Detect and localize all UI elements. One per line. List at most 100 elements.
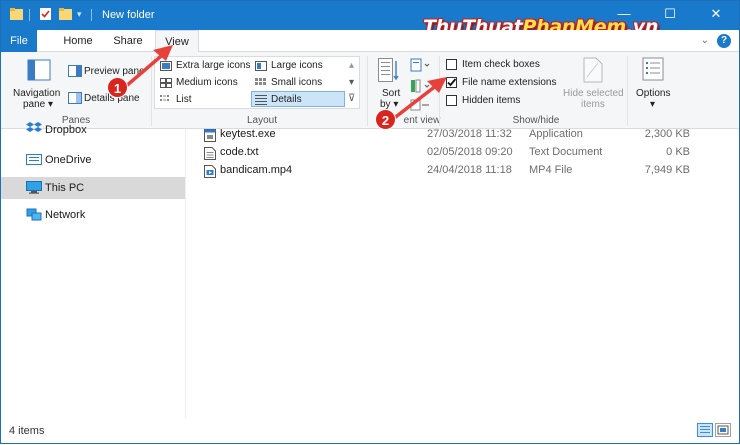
tab-home[interactable]: Home xyxy=(53,30,103,52)
status-bar: 4 items xyxy=(1,419,739,443)
layout-small-icons[interactable]: Small icons xyxy=(271,77,322,88)
file-row[interactable]: code.txt 02/05/2018 09:20 Text Document … xyxy=(187,146,739,164)
file-name: bandicam.mp4 xyxy=(220,164,293,176)
medium-icons-icon xyxy=(160,78,172,88)
large-icons-view-toggle[interactable] xyxy=(715,423,731,437)
nav-item-network[interactable]: Network xyxy=(1,204,185,226)
small-icons-icon xyxy=(255,78,266,85)
file-date: 27/03/2018 11:32 xyxy=(427,128,512,140)
navigation-pane-label-2[interactable]: pane ▾ xyxy=(23,99,53,110)
dropbox-icon xyxy=(26,122,42,132)
file-name-extensions-label[interactable]: File name extensions xyxy=(462,77,557,88)
size-columns-icon[interactable] xyxy=(409,99,431,111)
window-title: New folder xyxy=(102,9,155,21)
add-columns-icon[interactable] xyxy=(409,79,431,93)
tab-file[interactable]: File xyxy=(1,30,37,52)
item-check-boxes-checkbox[interactable] xyxy=(446,59,457,70)
this-pc-icon xyxy=(26,181,42,194)
hidden-items-label[interactable]: Hidden items xyxy=(462,95,520,106)
gallery-expand-icon[interactable]: ⊽ xyxy=(348,93,355,104)
details-pane-icon xyxy=(68,92,82,104)
file-name-extensions-checkbox[interactable] xyxy=(446,77,457,88)
navigation-pane-icon xyxy=(27,59,51,81)
preview-pane-button[interactable]: Preview pane xyxy=(84,66,145,77)
file-name: code.txt xyxy=(220,146,259,158)
layout-details[interactable]: Details xyxy=(271,94,302,105)
file-size: 7,949 KB xyxy=(644,164,690,176)
close-button[interactable]: ✕ xyxy=(693,1,739,30)
checkmark-icon xyxy=(447,78,457,87)
layout-large-icons[interactable]: Large icons xyxy=(271,60,323,71)
group-by-icon[interactable] xyxy=(409,58,431,72)
exe-icon xyxy=(204,129,216,142)
file-row[interactable]: keytest.exe 27/03/2018 11:32 Application… xyxy=(187,128,739,146)
minimize-button[interactable]: — xyxy=(601,1,647,30)
explorer-window: ▾ New folder ThuThuatPhanMem.vn — ☐ ✕ Fi… xyxy=(0,0,740,444)
file-date: 24/04/2018 11:18 xyxy=(427,164,512,176)
file-type: Text Document xyxy=(529,146,603,158)
item-count: 4 items xyxy=(9,425,45,437)
tab-share[interactable]: Share xyxy=(105,30,151,52)
title-separator xyxy=(91,9,92,21)
annotation-badge-1: 1 xyxy=(107,77,128,98)
folder-icon xyxy=(10,8,23,20)
ribbon-tabs: File Home Share View ⌄ ? xyxy=(1,30,739,53)
file-date: 02/05/2018 09:20 xyxy=(427,146,513,158)
mp4-icon xyxy=(204,165,216,178)
nav-item-label: Dropbox xyxy=(45,124,87,136)
details-icon xyxy=(255,95,267,105)
tab-view[interactable]: View xyxy=(155,30,199,53)
title-separator xyxy=(29,9,30,21)
options-dropdown-icon[interactable]: ▾ xyxy=(650,99,655,110)
large-icons-view-icon xyxy=(717,425,729,435)
file-size: 2,300 KB xyxy=(644,128,690,140)
navigation-pane: Dropbox OneDrive This PC Network xyxy=(1,122,186,419)
details-view-toggle[interactable] xyxy=(697,423,713,437)
nav-item-dropbox[interactable]: Dropbox xyxy=(1,122,185,139)
properties-icon[interactable] xyxy=(39,8,52,20)
hide-selected-icon xyxy=(583,57,603,83)
file-row[interactable]: bandicam.mp4 24/04/2018 11:18 MP4 File 7… xyxy=(187,164,739,182)
extra-large-icons-icon xyxy=(160,61,172,71)
file-type: MP4 File xyxy=(529,164,573,176)
preview-pane-icon xyxy=(68,65,82,77)
file-type: Application xyxy=(529,128,583,140)
options-button[interactable]: Options xyxy=(636,88,670,99)
group-separator xyxy=(151,56,152,126)
navigation-pane-label[interactable]: Navigation xyxy=(13,88,60,99)
nav-item-label: OneDrive xyxy=(45,154,92,166)
title-bar: ▾ New folder ThuThuatPhanMem.vn — ☐ ✕ xyxy=(1,1,739,38)
hide-selected-button[interactable]: Hide selected xyxy=(563,88,624,99)
collapse-ribbon-icon[interactable]: ⌄ xyxy=(701,35,709,46)
sort-by-button[interactable]: Sort xyxy=(382,88,400,99)
hidden-items-checkbox[interactable] xyxy=(446,95,457,106)
gallery-scroll-down-icon[interactable]: ▾ xyxy=(349,77,354,88)
item-check-boxes-label[interactable]: Item check boxes xyxy=(462,59,540,70)
layout-group-label: Layout xyxy=(246,115,278,126)
nav-item-label: Network xyxy=(45,209,86,221)
current-view-group-label: ent view xyxy=(403,115,441,126)
maximize-button[interactable]: ☐ xyxy=(647,1,693,30)
layout-medium-icons[interactable]: Medium icons xyxy=(176,77,238,88)
details-view-icon xyxy=(700,426,710,433)
group-separator xyxy=(439,56,440,126)
layout-extra-large-icons[interactable]: Extra large icons xyxy=(176,60,250,71)
options-icon xyxy=(642,57,664,81)
large-icons-icon xyxy=(255,61,267,71)
list-icon xyxy=(160,95,169,101)
quick-access-dropdown-icon[interactable]: ▾ xyxy=(77,9,82,20)
annotation-badge-2: 2 xyxy=(375,109,396,130)
nav-item-onedrive[interactable]: OneDrive xyxy=(1,149,185,171)
nav-item-label: This PC xyxy=(45,182,85,194)
network-icon xyxy=(26,208,42,221)
hide-selected-button-2[interactable]: items xyxy=(581,99,605,110)
onedrive-icon xyxy=(26,154,42,165)
layout-list[interactable]: List xyxy=(176,94,192,105)
help-icon[interactable]: ? xyxy=(717,34,731,48)
file-list: keytest.exe 27/03/2018 11:32 Application… xyxy=(187,128,739,419)
show-hide-group-label: Show/hide xyxy=(512,115,560,126)
txt-icon xyxy=(204,147,216,160)
gallery-scroll-up-icon[interactable]: ▴ xyxy=(349,60,354,71)
nav-item-this-pc[interactable]: This PC xyxy=(1,177,185,199)
new-folder-icon[interactable] xyxy=(59,8,72,20)
